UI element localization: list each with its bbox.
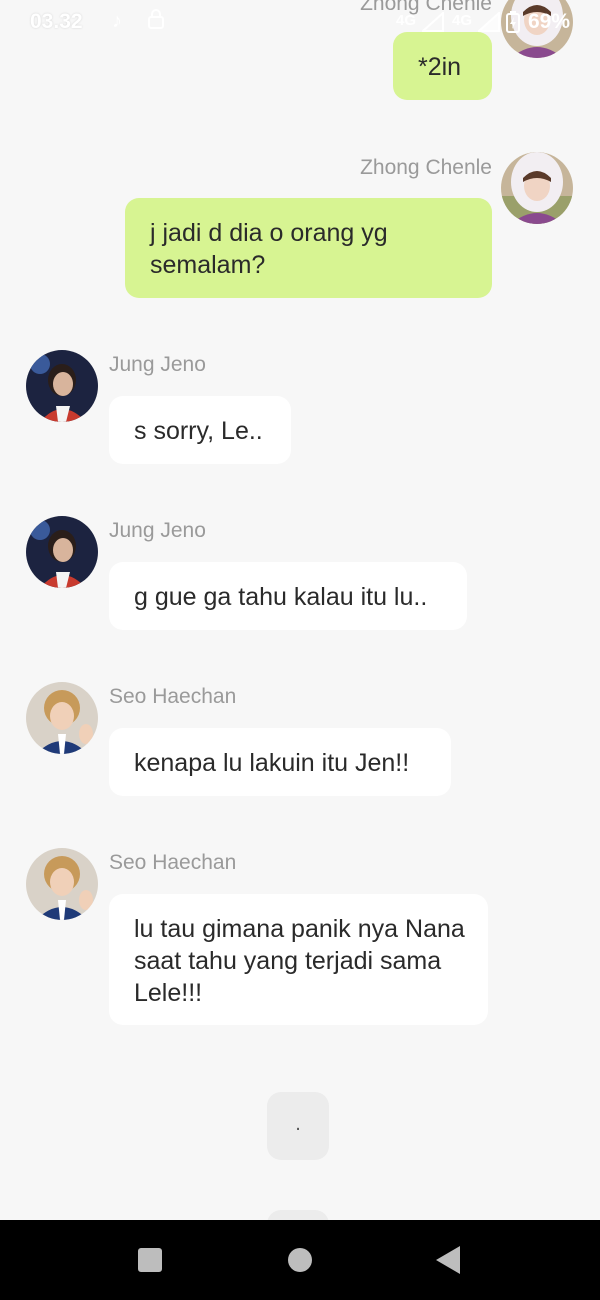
signal-icon <box>420 10 444 38</box>
sender-name: Seo Haechan <box>109 851 237 874</box>
avatar-jeno[interactable] <box>26 516 98 588</box>
back-icon[interactable] <box>435 1245 461 1280</box>
avatar-chenle[interactable] <box>501 152 573 224</box>
avatar-jeno[interactable] <box>26 350 98 422</box>
avatar-haechan[interactable] <box>26 682 98 754</box>
network-type-2: 4G <box>452 12 473 29</box>
message-bubble-outgoing[interactable]: j jadi d dia o orang yg semalam? <box>125 198 492 298</box>
navigation-bar <box>0 1220 600 1300</box>
recent-apps-icon[interactable] <box>137 1247 163 1278</box>
chat-screen: 03.32 ♪ 4G 4G 69% Zhong Chenle *2in Zhon… <box>0 0 600 1300</box>
sender-name: Jung Jeno <box>109 353 206 376</box>
signal-icon-2 <box>476 10 500 38</box>
network-type-1: 4G <box>396 12 417 29</box>
message-bubble-incoming[interactable]: lu tau gimana panik nya Nana saat tahu y… <box>109 894 488 1025</box>
battery-icon <box>506 11 520 39</box>
message-bubble-incoming[interactable]: kenapa lu lakuin itu Jen!! <box>109 728 451 796</box>
home-icon[interactable] <box>287 1247 313 1278</box>
status-bar: 03.32 ♪ 4G 4G 69% <box>0 0 600 44</box>
status-time: 03.32 <box>30 10 83 33</box>
message-bubble-incoming[interactable]: s sorry, Le.. <box>109 396 291 464</box>
sender-name: Jung Jeno <box>109 519 206 542</box>
music-note-icon: ♪ <box>112 10 122 32</box>
lock-icon <box>146 8 166 36</box>
sender-name: Zhong Chenle <box>360 156 492 179</box>
battery-percent: 69% <box>527 10 570 33</box>
sender-name: Seo Haechan <box>109 685 237 708</box>
avatar-haechan[interactable] <box>26 848 98 920</box>
message-bubble-incoming[interactable]: g gue ga tahu kalau itu lu.. <box>109 562 467 630</box>
typing-indicator: . <box>267 1092 329 1160</box>
